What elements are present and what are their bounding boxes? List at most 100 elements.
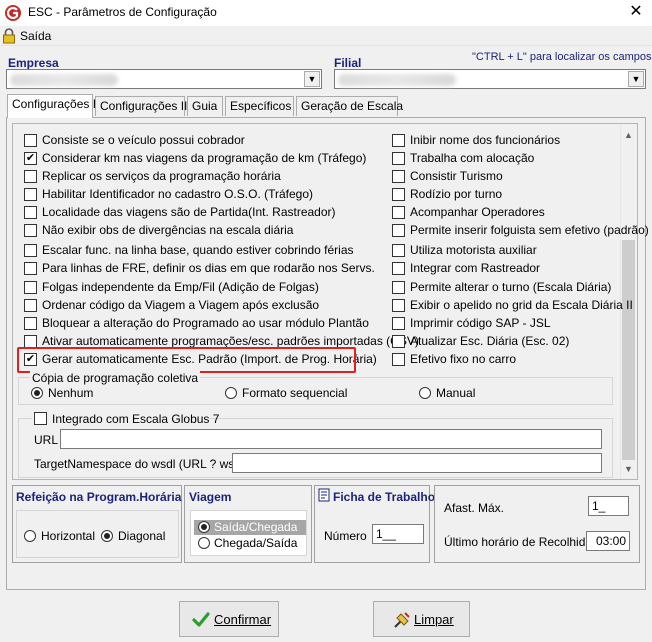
option-right-4[interactable]: Acompanhar Operadores [392, 204, 618, 221]
checkbox[interactable] [392, 281, 405, 294]
checkbox[interactable] [24, 299, 37, 312]
checkbox[interactable] [24, 317, 37, 330]
radio-saida-chegada[interactable] [198, 521, 210, 533]
radio-nenhum-label: Nenhum [48, 386, 94, 400]
empresa-combo[interactable]: ▼ [6, 69, 322, 89]
radio-diagonal[interactable] [101, 530, 113, 542]
redacted-value [10, 74, 118, 86]
window-title: ESC - Parâmetros de Configuração [28, 5, 217, 19]
namespace-label: TargetNamespace do wsdl (URL ? wsdl) [34, 457, 248, 471]
option-left-6[interactable]: Escalar func. na linha base, quando esti… [24, 242, 364, 259]
radio-nenhum[interactable] [31, 387, 43, 399]
checkbox[interactable] [24, 262, 37, 275]
option-right-2[interactable]: Consistir Turismo [392, 168, 618, 185]
ultimo-horario-input[interactable]: 03:00 [586, 531, 630, 551]
numero-input[interactable]: 1__ [372, 524, 424, 544]
redacted-value [338, 74, 456, 86]
option-right-5[interactable]: Permite inserir folguista sem efetivo (p… [392, 222, 649, 239]
option-left-5[interactable]: Não exibir obs de divergências na escala… [24, 222, 364, 239]
confirmar-button[interactable]: Confirmar [179, 601, 279, 637]
option-left-8[interactable]: Folgas independente da Emp/Fil (Adição d… [24, 279, 364, 296]
option-left-9[interactable]: Ordenar código da Viagem a Viagem após e… [24, 297, 364, 314]
checkbox[interactable] [392, 188, 405, 201]
ultimo-horario-label: Último horário de Recolhida [444, 535, 593, 549]
checkbox[interactable] [392, 335, 405, 348]
radio-horizontal[interactable] [24, 530, 36, 542]
checkbox[interactable] [24, 188, 37, 201]
option-right-0[interactable]: Inibir nome dos funcionários [392, 132, 618, 149]
checkbox[interactable] [24, 206, 37, 219]
namespace-input[interactable] [232, 453, 602, 473]
option-right-8[interactable]: Permite alterar o turno (Escala Diária) [392, 279, 618, 296]
option-left-2[interactable]: Replicar os serviços da programação horá… [24, 168, 364, 185]
document-icon [318, 488, 330, 502]
app-logo-icon [5, 5, 21, 21]
radio-manual[interactable] [419, 387, 431, 399]
highlight-box [17, 347, 356, 373]
checkbox[interactable] [392, 353, 405, 366]
tab-guia[interactable]: Guia [187, 96, 223, 116]
checkbox[interactable] [24, 224, 37, 237]
checkbox[interactable] [34, 412, 47, 425]
checkbox[interactable] [392, 170, 405, 183]
radio-diagonal-label: Diagonal [118, 529, 166, 543]
url-label: URL [34, 433, 59, 447]
refeicao-title: Refeição na Program.Horária [16, 490, 182, 504]
option-left-3[interactable]: Habilitar Identificador no cadastro O.S.… [24, 186, 364, 203]
menu-item-saida[interactable]: Saída [20, 29, 51, 43]
menu-bar [0, 26, 652, 46]
checkbox[interactable] [392, 244, 405, 257]
option-right-10[interactable]: Imprimir código SAP - JSL [392, 315, 618, 332]
checkbox[interactable] [392, 317, 405, 330]
shortcut-hint: "CTRL + L" para localizar os campos [472, 51, 652, 63]
option-right-11[interactable]: Atualizar Esc. Diária (Esc. 02) [392, 333, 618, 350]
scroll-down-icon[interactable]: ▼ [620, 464, 637, 476]
globus-title: Integrado com Escala Globus 7 [32, 411, 219, 427]
checkbox[interactable] [392, 299, 405, 312]
option-left-10[interactable]: Bloquear a alteração do Programado ao us… [24, 315, 369, 332]
copia-title: Cópia de programação coletiva [30, 371, 201, 385]
option-right-7[interactable]: Integrar com Rastreador [392, 260, 618, 277]
option-right-6[interactable]: Utiliza motorista auxiliar [392, 242, 618, 259]
tab-especificos[interactable]: Específicos [225, 96, 294, 116]
chevron-down-icon[interactable]: ▼ [304, 71, 320, 87]
radio-saida-chegada-label: Saída/Chegada [214, 520, 298, 534]
option-right-1[interactable]: Trabalha com alocação [392, 150, 618, 167]
checkbox[interactable] [24, 281, 37, 294]
url-input[interactable] [60, 429, 602, 449]
chevron-down-icon[interactable]: ▼ [628, 71, 644, 87]
limpar-label: Limpar [414, 612, 454, 627]
radio-formato-sequencial-label: Formato sequencial [242, 386, 348, 400]
checkbox[interactable] [24, 244, 37, 257]
option-left-4[interactable]: Localidade das viagens são de Partida(In… [24, 204, 364, 221]
tab-configuracoes-ii[interactable]: Configurações II [95, 96, 187, 116]
scroll-up-icon[interactable]: ▲ [620, 130, 637, 142]
checkbox[interactable] [392, 224, 405, 237]
afast-max-input[interactable]: 1_ [588, 496, 629, 516]
tab-configuracoes-i[interactable]: Configurações I [7, 94, 96, 118]
close-icon[interactable]: ✕ [626, 2, 646, 22]
checkbox[interactable] [392, 206, 405, 219]
checkbox-checked[interactable]: ✔ [24, 152, 37, 165]
radio-chegada-saida[interactable] [198, 537, 210, 549]
lock-icon [3, 28, 15, 44]
option-right-9[interactable]: Exibir o apelido no grid da Escala Diári… [392, 297, 633, 314]
option-left-7[interactable]: Para linhas de FRE, definir os dias em q… [24, 260, 375, 277]
limpar-button[interactable]: Limpar [373, 601, 470, 637]
tab-geracao-de-escala[interactable]: Geração de Escala [296, 96, 403, 116]
afast-max-label: Afast. Máx. [444, 501, 505, 515]
checkbox[interactable] [24, 170, 37, 183]
option-left-0[interactable]: Consiste se o veículo possui cobrador [24, 132, 364, 149]
scrollbar-thumb[interactable] [622, 240, 635, 460]
checkbox[interactable] [24, 134, 37, 147]
numero-label: Número [324, 529, 367, 543]
option-right-3[interactable]: Rodízio por turno [392, 186, 618, 203]
radio-formato-sequencial[interactable] [225, 387, 237, 399]
checkbox[interactable] [392, 262, 405, 275]
checkbox[interactable] [392, 134, 405, 147]
checkbox[interactable] [392, 152, 405, 165]
option-right-12[interactable]: Efetivo fixo no carro [392, 351, 618, 368]
ficha-title: Ficha de Trabalho [333, 490, 436, 504]
option-left-1[interactable]: ✔ Considerar km nas viagens da programaçã… [24, 150, 366, 167]
filial-combo[interactable]: ▼ [334, 69, 646, 89]
